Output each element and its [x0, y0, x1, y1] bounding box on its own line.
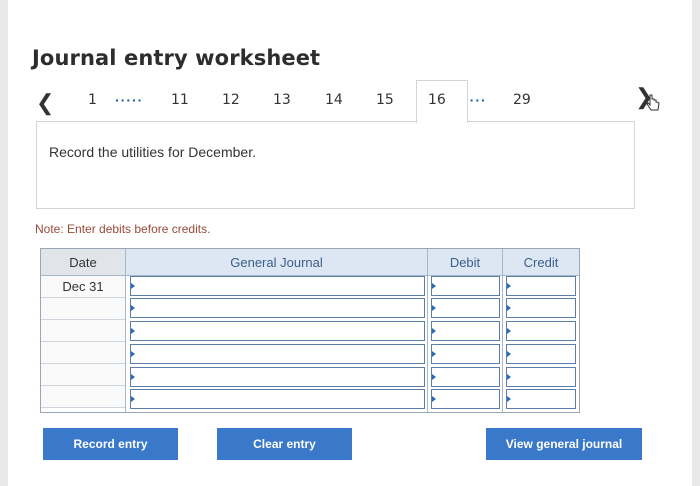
note-text: Note: Enter debits before credits. — [35, 222, 211, 236]
nav-item-13[interactable]: 13 — [273, 92, 291, 108]
nav-item-29[interactable]: 29 — [513, 92, 531, 108]
chevron-left-icon[interactable]: ❮ — [36, 90, 54, 116]
account-input[interactable] — [130, 389, 425, 409]
nav-ellipsis: ····· — [115, 92, 144, 108]
account-input[interactable] — [130, 321, 425, 341]
column-divider — [125, 249, 126, 412]
nav-item-15[interactable]: 15 — [376, 92, 394, 108]
column-header-debit: Debit — [428, 249, 502, 276]
nav-item-1[interactable]: 1 — [88, 92, 97, 108]
instruction-panel: Record the utilities for December. — [36, 121, 635, 209]
nav-item-11[interactable]: 11 — [171, 92, 189, 108]
account-input[interactable] — [130, 298, 425, 318]
account-input[interactable] — [130, 367, 425, 387]
nav-item-12[interactable]: 12 — [222, 92, 240, 108]
debit-input[interactable] — [431, 321, 500, 341]
nav-item-16-active[interactable]: 16 — [416, 80, 468, 123]
date-cell: Dec 31 — [41, 276, 125, 298]
date-cell — [41, 342, 125, 364]
debit-input[interactable] — [431, 344, 500, 364]
hand-cursor-icon — [646, 94, 660, 111]
credit-input[interactable] — [506, 321, 576, 341]
account-input[interactable] — [130, 344, 425, 364]
clear-entry-button[interactable]: Clear entry — [217, 428, 352, 460]
column-divider — [427, 249, 428, 412]
column-header-credit: Credit — [503, 249, 579, 276]
debit-input[interactable] — [431, 367, 500, 387]
debit-input[interactable] — [431, 276, 500, 296]
nav-item-16-label: 16 — [428, 92, 446, 108]
credit-input[interactable] — [506, 367, 576, 387]
credit-input[interactable] — [506, 276, 576, 296]
date-cell — [41, 386, 125, 408]
debit-input[interactable] — [431, 389, 500, 409]
credit-input[interactable] — [506, 298, 576, 318]
page-title: Journal entry worksheet — [32, 46, 321, 70]
column-header-date: Date — [41, 249, 125, 276]
account-input[interactable] — [130, 276, 425, 296]
instruction-text: Record the utilities for December. — [49, 144, 256, 160]
credit-input[interactable] — [506, 389, 576, 409]
journal-table: Date General Journal Debit Credit Dec 31 — [40, 248, 580, 413]
column-header-general-journal: General Journal — [126, 249, 427, 276]
date-cell — [41, 298, 125, 320]
worksheet-page: Journal entry worksheet ❮ 1 ····· 11 12 … — [8, 0, 692, 486]
date-cell — [41, 364, 125, 386]
view-general-journal-button[interactable]: View general journal — [486, 428, 642, 460]
record-entry-button[interactable]: Record entry — [43, 428, 178, 460]
date-cell — [41, 320, 125, 342]
debit-input[interactable] — [431, 298, 500, 318]
column-divider — [502, 249, 503, 412]
nav-item-14[interactable]: 14 — [325, 92, 343, 108]
credit-input[interactable] — [506, 344, 576, 364]
